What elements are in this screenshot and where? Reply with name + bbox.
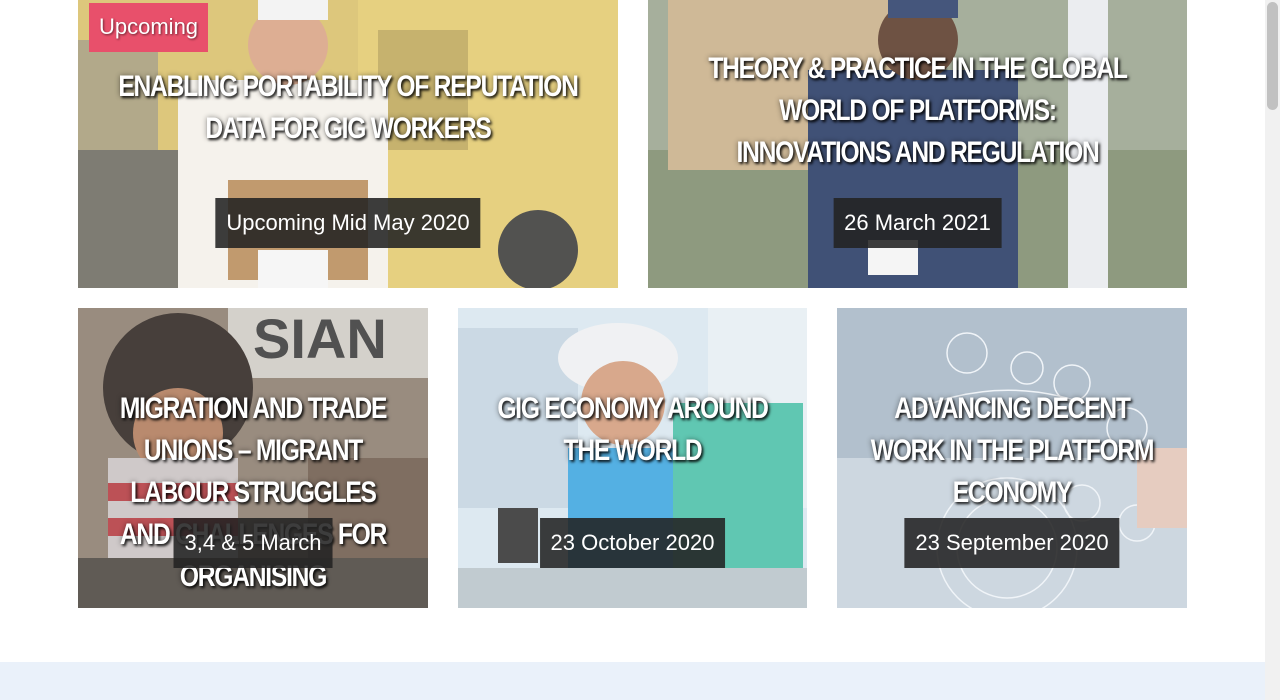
event-date: 23 September 2020 xyxy=(904,518,1120,568)
event-title-line: INNOVATIONS AND REGULATION xyxy=(736,136,1099,169)
event-title[interactable]: ENABLING PORTABILITY OF REPUTATION DATA … xyxy=(102,66,594,150)
event-title[interactable]: THEORY & PRACTICE IN THE GLOBAL WORLD OF… xyxy=(672,48,1163,174)
event-date: 26 March 2021 xyxy=(833,198,1002,248)
event-date: 23 October 2020 xyxy=(539,518,726,568)
upcoming-badge: Upcoming xyxy=(89,3,209,52)
event-card-decent-work[interactable]: ADVANCING DECENT WORK IN THE PLATFORM EC… xyxy=(837,308,1187,608)
event-title[interactable]: GIG ECONOMY AROUND THE WORLD xyxy=(481,388,784,472)
event-card-global-platforms[interactable]: THEORY & PRACTICE IN THE GLOBAL WORLD OF… xyxy=(648,0,1187,288)
event-date: 3,4 & 5 March xyxy=(173,518,333,568)
event-card-gig-economy-world[interactable]: GIG ECONOMY AROUND THE WORLD 23 October … xyxy=(458,308,807,608)
events-page: ENABLING PORTABILITY OF REPUTATION DATA … xyxy=(0,0,1265,700)
event-card-migration-unions[interactable]: SIAN MIGRATION AND TRADE UNIONS – MIGRAN… xyxy=(78,308,428,608)
event-date: Upcoming Mid May 2020 xyxy=(215,198,481,248)
event-title-line: THEORY & PRACTICE IN THE GLOBAL WORLD OF… xyxy=(708,52,1128,127)
event-title[interactable]: ADVANCING DECENT WORK IN THE PLATFORM EC… xyxy=(852,388,1172,514)
vertical-scrollbar[interactable] xyxy=(1265,0,1280,700)
scrollbar-thumb[interactable] xyxy=(1267,2,1278,110)
footer-band xyxy=(0,662,1265,700)
